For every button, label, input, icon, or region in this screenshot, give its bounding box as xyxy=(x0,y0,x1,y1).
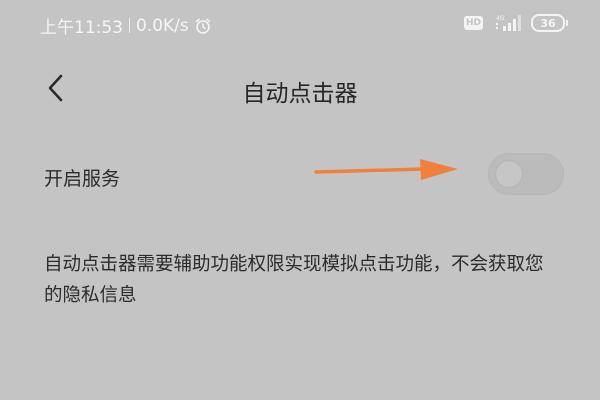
enable-service-toggle[interactable] xyxy=(488,153,564,195)
page-title: 自动点击器 xyxy=(242,81,358,107)
network-speed: 0.0K/s xyxy=(136,15,189,36)
setting-label: 开启服务 xyxy=(44,168,121,190)
toggle-knob xyxy=(496,161,522,187)
network-type-label: 4G xyxy=(496,15,505,22)
battery-icon: 36 xyxy=(531,14,568,32)
cellular-signal-icon: 4G xyxy=(493,14,521,32)
status-left: 上午11:53 0.0K/s xyxy=(40,13,212,38)
hd-voice-icon: HD xyxy=(464,16,483,30)
status-bar: 上午11:53 0.0K/s HD 4G 36 xyxy=(0,0,600,48)
status-right: HD 4G 36 xyxy=(464,14,568,32)
battery-level: 36 xyxy=(531,14,565,32)
alarm-clock-icon xyxy=(194,17,212,35)
service-description: 自动点击器需要辅助功能权限实现模拟点击功能，不会获取您的隐私信息 xyxy=(44,254,544,306)
annotation-arrow-icon xyxy=(314,159,458,180)
status-separator xyxy=(129,18,130,33)
header: 自动点击器 xyxy=(0,60,600,116)
battery-tip xyxy=(566,20,568,26)
status-time: 上午11:53 xyxy=(40,18,123,38)
